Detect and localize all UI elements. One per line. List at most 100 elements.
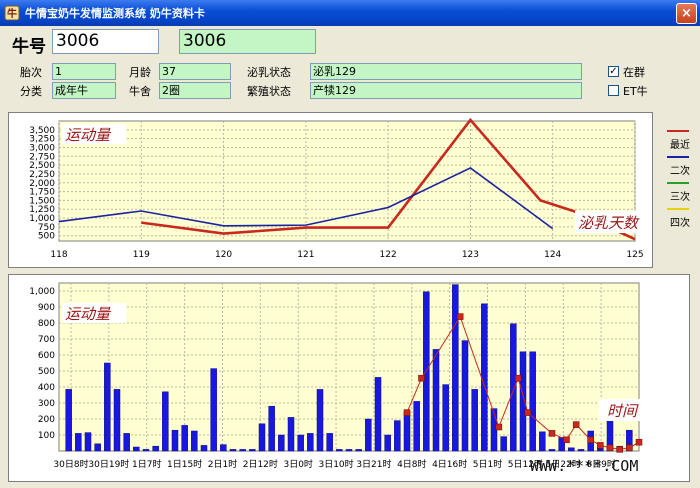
- overlay-point: [514, 374, 522, 382]
- bar: [268, 405, 275, 452]
- bar: [287, 417, 295, 452]
- bar: [297, 434, 304, 452]
- bar: [413, 401, 420, 452]
- bar: [75, 433, 82, 452]
- bar: [123, 433, 130, 452]
- et-checkbox[interactable]: [608, 85, 619, 96]
- y-tick-label: 2,000: [29, 179, 55, 189]
- bar: [200, 445, 208, 452]
- overlay-point: [418, 374, 425, 382]
- window-title: 牛情宝奶牛发情监测系统 奶牛资料卡: [25, 7, 205, 20]
- y-tick-label: 3,250: [29, 135, 55, 145]
- y-tick-label: 300: [38, 399, 55, 409]
- category-label: 分类: [20, 85, 42, 98]
- x-tick-label: 123: [462, 250, 479, 260]
- legend-swatch-fourth: [667, 208, 689, 210]
- overlay-point: [616, 446, 623, 453]
- x-tick-label: 1日15时: [167, 458, 202, 470]
- overlay-point: [403, 409, 411, 416]
- y-tick-label: 750: [38, 223, 55, 233]
- bar: [442, 384, 449, 452]
- watermark-text: WWW.****.COM: [530, 457, 639, 475]
- bar: [181, 425, 188, 452]
- overlay-point: [524, 409, 532, 416]
- bar: [94, 443, 101, 452]
- y-tick-label: 500: [38, 367, 55, 377]
- cow-id-display: 3006: [179, 29, 316, 54]
- bar: [461, 340, 469, 452]
- y-tick-label: 3,500: [29, 126, 55, 136]
- activity-bar-chart: 100 200 300 400 500 600 700 800 900 1,000 30日8时 30日…: [29, 282, 649, 470]
- legend-swatch-recent: [667, 130, 689, 132]
- bar: [316, 389, 324, 452]
- y-tick-label: 1,000: [29, 287, 55, 297]
- bar: [548, 449, 556, 452]
- bar: [394, 420, 401, 452]
- legend: 最近 二次 三次 四次: [660, 126, 700, 236]
- y-tick-label: 3,000: [29, 143, 55, 153]
- y-tick-label: 1,750: [29, 188, 55, 198]
- overlay-point: [456, 313, 464, 320]
- bar: [239, 449, 246, 452]
- bar: [65, 389, 72, 452]
- bar: [510, 323, 517, 452]
- bar: [529, 351, 536, 452]
- app-icon: 牛: [4, 5, 20, 21]
- bar: [365, 418, 372, 452]
- parity-field: 1: [52, 63, 116, 80]
- bar: [471, 389, 478, 452]
- y-tick-label: 900: [38, 303, 55, 313]
- bar: [336, 449, 343, 452]
- close-button[interactable]: ×: [676, 3, 697, 24]
- bar: [374, 377, 382, 452]
- category-field: 成年牛: [52, 82, 116, 99]
- bar: [355, 449, 362, 452]
- activity-line-chart: 5007501,0001,2501,5001,7502,0002,2502,50…: [29, 117, 651, 260]
- legend-item-second: 二次: [670, 166, 690, 177]
- y-tick-label: 1,000: [29, 214, 55, 224]
- bar: [577, 449, 585, 452]
- in-herd-checkbox[interactable]: ✓: [608, 66, 619, 77]
- bar: [210, 368, 217, 452]
- x-tick-label: 3日0时: [283, 458, 312, 470]
- plot-area: [58, 282, 640, 452]
- overlay-point: [587, 436, 594, 444]
- bar: [162, 391, 169, 452]
- svg-text:牛: 牛: [7, 7, 17, 20]
- age-field: 37: [159, 63, 231, 80]
- bar: [133, 446, 140, 452]
- overlay-point: [572, 421, 580, 428]
- y-tick-label: 800: [38, 319, 55, 329]
- cow-id-input[interactable]: 3006: [52, 29, 159, 54]
- bar: [345, 449, 353, 452]
- y-tick-label: 600: [38, 351, 55, 361]
- overlay-point: [563, 436, 570, 444]
- x-tick-label: 1日7时: [132, 458, 161, 470]
- bar: [452, 284, 459, 452]
- title-bar: 牛 牛情宝奶牛发情监测系统 奶牛资料卡 ×: [0, 0, 700, 26]
- annotation-lactation-days: 泌乳天数: [578, 214, 640, 232]
- bar: [249, 449, 256, 452]
- bar: [384, 434, 391, 452]
- overlay-point: [495, 423, 503, 431]
- x-tick-label: 122: [380, 250, 397, 260]
- breeding-field: 产犊129: [310, 82, 582, 99]
- y-tick-label: 500: [38, 232, 55, 242]
- bar: [142, 449, 150, 452]
- annotation-activity: 运动量: [65, 305, 112, 323]
- bar: [481, 303, 488, 452]
- x-tick-label: 125: [626, 250, 643, 260]
- bar: [539, 431, 546, 452]
- bar: [568, 447, 575, 452]
- annotation-activity: 运动量: [65, 126, 112, 144]
- x-tick-label: 4日8时: [397, 458, 426, 470]
- x-tick-label: 3日21时: [356, 458, 391, 470]
- overlay-point: [597, 442, 604, 449]
- overlay-point: [548, 430, 556, 437]
- bar: [171, 429, 179, 452]
- bar: [432, 349, 440, 452]
- y-tick-label: 200: [38, 415, 55, 425]
- parity-label: 胎次: [20, 66, 42, 79]
- x-tick-label: 119: [133, 250, 150, 260]
- bar: [104, 362, 111, 452]
